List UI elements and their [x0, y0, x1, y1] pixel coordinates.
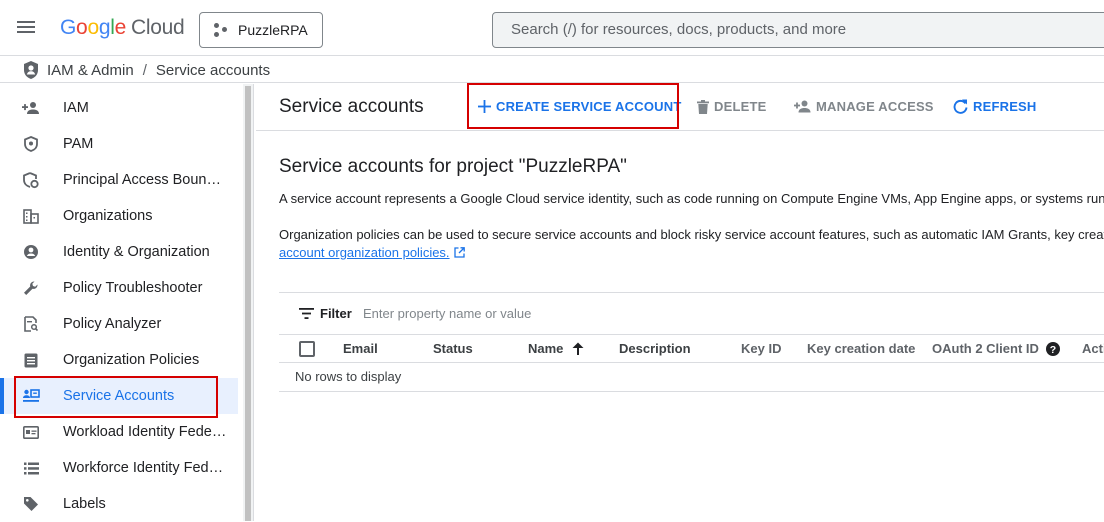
document-search-icon: [22, 315, 40, 333]
project-name: PuzzleRPA: [238, 22, 308, 38]
tag-icon: [22, 495, 40, 513]
select-all-checkbox[interactable]: [299, 341, 315, 357]
column-email[interactable]: Email: [343, 341, 378, 356]
sort-ascending-icon: [572, 342, 584, 355]
sidebar-item-policy-analyzer[interactable]: Policy Analyzer: [0, 306, 238, 342]
column-name[interactable]: Name: [528, 341, 584, 356]
external-link-icon: [453, 247, 465, 258]
empty-message: No rows to display: [295, 369, 402, 384]
sidebar-item-label: Workload Identity Fede…: [63, 424, 227, 440]
refresh-icon: [953, 99, 968, 114]
delete-button[interactable]: DELETE: [697, 99, 766, 114]
main-content: Service accounts CREATE SERVICE ACCOUNT …: [256, 84, 1104, 521]
org-policies-link[interactable]: account organization policies.: [279, 245, 465, 260]
manage-access-button[interactable]: MANAGE ACCESS: [794, 99, 934, 114]
breadcrumb-section[interactable]: IAM & Admin: [47, 62, 134, 79]
empty-table-row: No rows to display: [279, 363, 1104, 392]
sidebar-item-organizations[interactable]: Organizations: [0, 198, 238, 234]
search-placeholder: Search (/) for resources, docs, products…: [511, 21, 847, 38]
sidebar-item-principal-access-boundary[interactable]: Principal Access Boun…: [0, 162, 238, 198]
sidebar-item-label: Organization Policies: [63, 352, 200, 368]
breadcrumb-bar: IAM & Admin / Service accounts: [0, 56, 1104, 83]
google-cloud-logo[interactable]: Google Cloud: [60, 16, 185, 40]
shield-icon: [22, 135, 40, 153]
breadcrumb: IAM & Admin / Service accounts: [22, 60, 270, 80]
column-key-creation-date[interactable]: Key creation date: [807, 341, 915, 356]
main-menu-icon[interactable]: [14, 18, 38, 38]
person-add-icon: [794, 100, 811, 113]
sidebar-item-organization-policies[interactable]: Organization Policies: [0, 342, 238, 378]
page-title: Service accounts: [279, 96, 424, 117]
sidebar-item-workload-identity-federation[interactable]: Workload Identity Fede…: [0, 414, 238, 450]
help-icon[interactable]: ?: [1045, 341, 1060, 356]
iam-shield-icon: [24, 61, 38, 79]
account-circle-icon: [22, 243, 40, 261]
column-status[interactable]: Status: [433, 341, 473, 356]
id-card-icon: [22, 423, 40, 441]
filter-bar: Filter Enter property name or value: [279, 292, 1104, 334]
sidebar-item-identity-organization[interactable]: Identity & Organization: [0, 234, 238, 270]
project-icon: [214, 23, 228, 37]
project-picker-button[interactable]: PuzzleRPA: [199, 12, 323, 48]
description-text: A service account represents a Google Cl…: [279, 191, 1104, 206]
sidebar-item-workforce-identity-federation[interactable]: Workforce Identity Fed…: [0, 450, 238, 486]
org-policies-link-text: account organization policies.: [279, 245, 450, 260]
sidebar-item-iam[interactable]: IAM: [0, 90, 238, 126]
filter-label: Filter: [320, 306, 352, 321]
list-doc-icon: [22, 351, 40, 369]
top-bar: Google Cloud PuzzleRPA Search (/) for res…: [0, 0, 1104, 56]
domain-icon: [22, 207, 40, 225]
sidebar: IAM PAM Principal Access Boun… Organizat…: [0, 84, 254, 521]
person-add-icon: [22, 99, 40, 117]
action-toolbar: Service accounts CREATE SERVICE ACCOUNT …: [256, 84, 1104, 131]
refresh-label: REFRESH: [973, 99, 1037, 114]
column-oauth-label: OAuth 2 Client ID: [932, 341, 1039, 356]
sidebar-item-label: Policy Analyzer: [63, 316, 162, 332]
sidebar-item-label: Principal Access Boun…: [63, 172, 221, 188]
filter-button[interactable]: Filter: [299, 306, 352, 321]
table-header: Email Status Name Description Key ID Key…: [279, 334, 1104, 363]
breadcrumb-separator: /: [142, 61, 147, 79]
highlight-box-service-accounts: [14, 376, 218, 418]
refresh-button[interactable]: REFRESH: [953, 99, 1037, 114]
filter-icon: [299, 308, 314, 319]
sidebar-item-policy-troubleshooter[interactable]: Policy Troubleshooter: [0, 270, 238, 306]
delete-label: DELETE: [714, 99, 767, 114]
breadcrumb-page: Service accounts: [155, 61, 271, 79]
column-key-id[interactable]: Key ID: [741, 341, 781, 356]
sidebar-item-label: Workforce Identity Fed…: [63, 460, 224, 476]
sidebar-item-label: PAM: [63, 136, 94, 152]
sidebar-item-label: Policy Troubleshooter: [63, 280, 203, 296]
wrench-icon: [22, 279, 40, 297]
sidebar-scrollbar-thumb[interactable]: [245, 86, 251, 521]
sidebar-item-label: Organizations: [63, 208, 153, 224]
svg-text:?: ?: [1050, 343, 1056, 355]
shield-gear-icon: [22, 171, 40, 189]
org-policy-text: Organization policies can be used to sec…: [279, 227, 1104, 242]
sidebar-item-labels[interactable]: Labels: [0, 486, 238, 522]
sidebar-item-label: Labels: [63, 496, 106, 512]
manage-access-label: MANAGE ACCESS: [816, 99, 934, 114]
section-heading: Service accounts for project "PuzzleRPA": [279, 156, 627, 177]
list-icon: [22, 459, 40, 477]
active-indicator: [0, 378, 4, 414]
column-description[interactable]: Description: [619, 341, 691, 356]
trash-icon: [697, 99, 709, 114]
column-oauth-client-id[interactable]: OAuth 2 Client ID ?: [932, 341, 1060, 356]
filter-input[interactable]: Enter property name or value: [363, 306, 531, 321]
sidebar-item-label: Identity & Organization: [63, 244, 210, 260]
column-actions: Actions: [1082, 341, 1104, 356]
highlight-box-create: [467, 83, 679, 129]
column-name-label: Name: [528, 341, 564, 356]
sidebar-item-label: IAM: [63, 100, 89, 116]
search-input[interactable]: Search (/) for resources, docs, products…: [492, 12, 1104, 48]
sidebar-item-pam[interactable]: PAM: [0, 126, 238, 162]
